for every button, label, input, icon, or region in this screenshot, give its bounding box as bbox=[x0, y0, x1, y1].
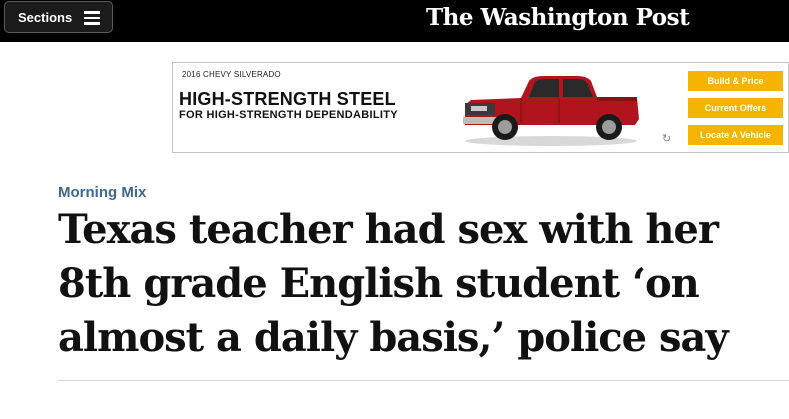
ad-subline: FOR HIGH-STRENGTH DEPENDABILITY bbox=[179, 109, 398, 121]
hamburger-icon bbox=[84, 11, 100, 25]
top-navigation-bar: Sections The Washington Post bbox=[0, 0, 789, 42]
build-and-price-button[interactable]: Build & Price bbox=[688, 71, 783, 91]
section-kicker-link[interactable]: Morning Mix bbox=[58, 184, 146, 201]
refresh-icon[interactable]: ↻ bbox=[662, 132, 671, 145]
current-offers-button[interactable]: Current Offers bbox=[688, 98, 783, 118]
ad-model-text: 2016 CHEVY SILVERADO bbox=[182, 70, 281, 79]
locate-vehicle-button[interactable]: Locate A Vehicle bbox=[688, 125, 783, 145]
sections-label: Sections bbox=[18, 10, 73, 25]
advertisement-banner[interactable]: 2016 CHEVY SILVERADO HIGH-STRENGTH STEEL… bbox=[172, 62, 789, 153]
article-headline: Texas teacher had sex with her 8th grade… bbox=[58, 206, 729, 361]
ad-headline: HIGH-STRENGTH STEEL bbox=[179, 89, 396, 109]
divider bbox=[58, 380, 789, 381]
sections-menu-button[interactable]: Sections bbox=[4, 1, 113, 33]
washington-post-logo[interactable]: The Washington Post bbox=[426, 4, 690, 31]
pickup-truck-image bbox=[463, 76, 639, 146]
